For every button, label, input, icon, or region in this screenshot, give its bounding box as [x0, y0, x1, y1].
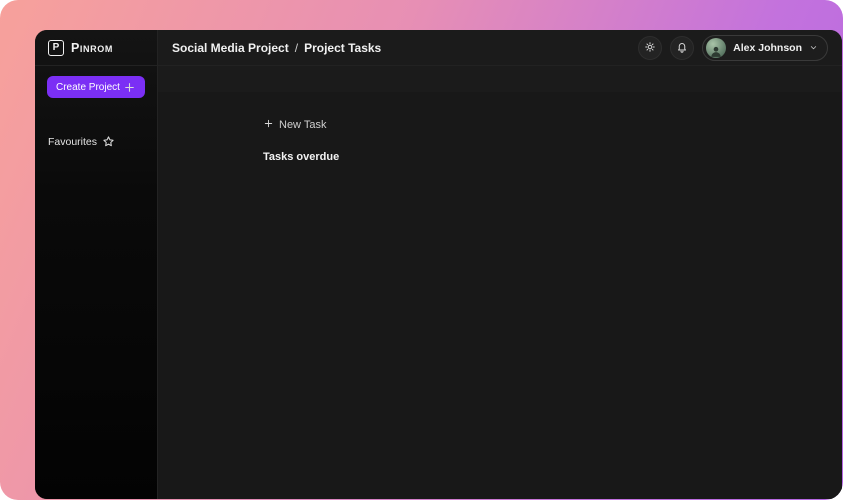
logo-icon: P: [48, 40, 64, 56]
sidebar-footer: [35, 494, 157, 499]
new-task-label: New Task: [279, 119, 326, 131]
app-window: P Pinrom Create Project Favourites Socia…: [35, 30, 842, 499]
logo-text: Pinrom: [71, 41, 113, 55]
breadcrumb: Social Media Project / Project Tasks: [172, 41, 381, 55]
user-name: Alex Johnson: [733, 42, 802, 54]
plus-icon: [123, 81, 136, 94]
notifications-button[interactable]: [670, 36, 694, 60]
breadcrumb-project[interactable]: Social Media Project: [172, 41, 289, 55]
top-header: Social Media Project / Project Tasks Ale…: [158, 30, 842, 66]
desktop-background: P Pinrom Create Project Favourites Socia…: [0, 0, 843, 500]
sidebar-item-favourites[interactable]: Favourites: [35, 135, 157, 148]
create-project-label: Create Project: [56, 82, 120, 93]
favourites-label: Favourites: [48, 136, 97, 148]
sun-icon: [644, 41, 657, 54]
sidebar: P Pinrom Create Project Favourites: [35, 30, 158, 499]
tab-bar: [158, 66, 842, 92]
bell-icon: [676, 41, 689, 54]
section-title: Tasks overdue: [263, 151, 737, 163]
theme-toggle-button[interactable]: [638, 36, 662, 60]
header-actions: Alex Johnson: [638, 35, 828, 61]
task-content: New Task Tasks overdue: [158, 92, 842, 499]
plus-icon: [263, 118, 276, 131]
create-project-button[interactable]: Create Project: [47, 76, 145, 98]
breadcrumb-separator: /: [295, 41, 298, 55]
star-icon: [102, 135, 115, 148]
user-menu[interactable]: Alex Johnson: [702, 35, 828, 61]
new-task-button[interactable]: New Task: [263, 118, 326, 131]
avatar: [706, 38, 726, 58]
logo: P Pinrom: [35, 30, 157, 66]
chevron-down-icon: [809, 43, 818, 52]
breadcrumb-page: Project Tasks: [304, 41, 381, 55]
main-area: Social Media Project / Project Tasks Ale…: [158, 30, 842, 499]
